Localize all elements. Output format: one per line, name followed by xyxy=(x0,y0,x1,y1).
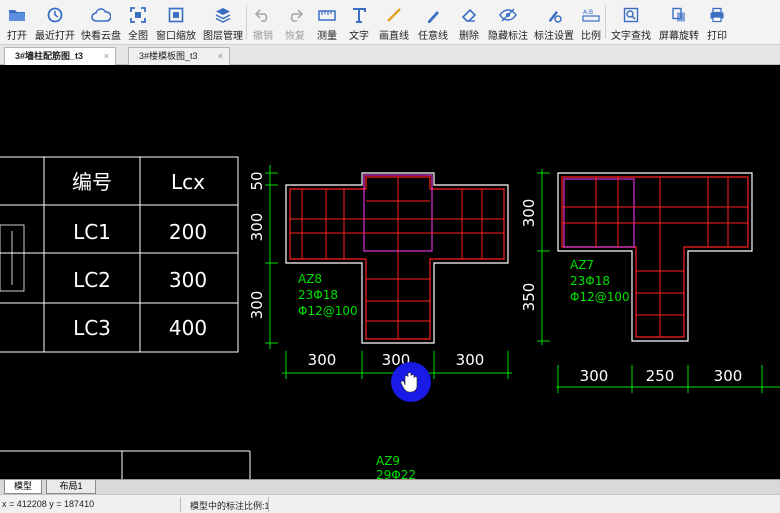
table-cell: 200 xyxy=(169,220,207,244)
main-rebar-spec: 29Φ22 xyxy=(376,468,416,479)
window-zoom-icon xyxy=(166,5,186,25)
table-cell: 400 xyxy=(169,316,207,340)
rotate-icon xyxy=(669,5,689,25)
freehand-line-button[interactable]: 任意线 xyxy=(413,0,453,44)
delete-button[interactable]: 删除 xyxy=(453,0,485,44)
dim-text: 300 xyxy=(580,367,609,385)
eye-slash-icon xyxy=(498,5,518,25)
az8-label: AZ8 23Φ18 Φ12@100 xyxy=(298,272,358,318)
undo-button[interactable]: 撤销 xyxy=(247,0,279,44)
open-button[interactable]: 打开 xyxy=(2,0,32,44)
svg-text:A:B: A:B xyxy=(583,9,593,16)
folder-open-icon xyxy=(7,5,27,25)
column-name: AZ8 xyxy=(298,272,322,286)
tab-label: 3#楼模板图_t3 xyxy=(139,51,198,61)
print-icon xyxy=(707,5,727,25)
cloud-drive-button[interactable]: 快看云盘 xyxy=(78,0,124,44)
dim-text: 300 xyxy=(520,199,538,228)
redo-icon xyxy=(285,5,305,25)
drawing-canvas[interactable]: 编号 Lcx LC1 200 LC2 300 LC3 400 AZ8 23Φ18… xyxy=(0,65,780,479)
text-search-icon xyxy=(621,5,641,25)
main-rebar-spec: 23Φ18 xyxy=(570,274,610,288)
table-header-lcx: Lcx xyxy=(171,170,205,194)
line-icon xyxy=(384,5,404,25)
tab-wall-column-rebar[interactable]: 3#墙柱配筋图_t3 × xyxy=(4,47,116,65)
clock-icon xyxy=(45,5,65,25)
dim-text: 300 xyxy=(456,351,485,369)
table-header-id: 编号 xyxy=(72,170,112,194)
column-name: AZ7 xyxy=(570,258,594,272)
column-name: AZ9 xyxy=(376,454,400,468)
document-tab-bar: 3#墙柱配筋图_t3 × 3#楼模板图_t3 × xyxy=(0,45,780,65)
cursor-highlight xyxy=(391,362,431,402)
fit-view-icon xyxy=(128,5,148,25)
cursor-coordinates: x = 412208 y = 187410 xyxy=(2,499,95,509)
undo-icon xyxy=(253,5,273,25)
dim-text: 300 xyxy=(248,291,266,320)
status-divider xyxy=(268,497,269,512)
freehand-icon xyxy=(423,5,443,25)
recent-open-button[interactable]: 最近打开 xyxy=(32,0,78,44)
screen-rotate-button[interactable]: 屏幕旋转 xyxy=(656,0,702,44)
text-icon xyxy=(349,5,369,25)
cloud-icon xyxy=(91,5,111,25)
az9-label: AZ9 29Φ22 xyxy=(376,454,416,479)
text-search-button[interactable]: 文字查找 xyxy=(606,0,656,44)
tab-label: 3#墙柱配筋图_t3 xyxy=(15,51,84,61)
column-az7[interactable] xyxy=(557,172,753,342)
tab-close-icon[interactable]: × xyxy=(218,48,223,64)
status-divider xyxy=(180,497,181,512)
cad-viewer-window: 打开 最近打开 快看云盘 全图 窗口缩放 图层管理 撤销 恢复 测量 文字 画直… xyxy=(0,0,780,513)
layout-tab-bar: 模型 布局1 xyxy=(0,479,780,494)
az7-label: AZ7 23Φ18 Φ12@100 xyxy=(570,258,630,304)
dim-text: 300 xyxy=(714,367,743,385)
annotation-settings-button[interactable]: 标注设置 xyxy=(531,0,577,44)
eraser-icon xyxy=(459,5,479,25)
annotation-scale: 模型中的标注比例:1 xyxy=(190,501,270,511)
tab-layout1[interactable]: 布局1 xyxy=(46,480,96,494)
fit-view-button[interactable]: 全图 xyxy=(124,0,152,44)
table-cell: LC1 xyxy=(73,220,111,244)
main-rebar-spec: 23Φ18 xyxy=(298,288,338,302)
main-toolbar: 打开 最近打开 快看云盘 全图 窗口缩放 图层管理 撤销 恢复 测量 文字 画直… xyxy=(0,0,780,45)
status-bar: x = 412208 y = 187410 模型中的标注比例:1 xyxy=(0,494,780,513)
redo-button[interactable]: 恢复 xyxy=(279,0,311,44)
dim-text: 50 xyxy=(248,171,266,190)
table-cell: 300 xyxy=(169,268,207,292)
print-button[interactable]: 打印 xyxy=(702,0,732,44)
layer-manager-button[interactable]: 图层管理 xyxy=(200,0,246,44)
dim-text: 300 xyxy=(248,213,266,242)
draw-line-button[interactable]: 画直线 xyxy=(375,0,413,44)
dim-text: 300 xyxy=(308,351,337,369)
measure-button[interactable]: 测量 xyxy=(311,0,343,44)
tab-model[interactable]: 模型 xyxy=(4,480,42,494)
stirrup-spec: Φ12@100 xyxy=(570,290,630,304)
tab-formwork-plan[interactable]: 3#楼模板图_t3 × xyxy=(128,47,230,65)
stirrup-spec: Φ12@100 xyxy=(298,304,358,318)
table-cell: LC3 xyxy=(73,316,111,340)
az7-dimension-text: 300 350 300 250 300 xyxy=(520,199,742,385)
scale-icon: A:B xyxy=(581,5,601,25)
window-zoom-button[interactable]: 窗口缩放 xyxy=(152,0,200,44)
text-tool-button[interactable]: 文字 xyxy=(343,0,375,44)
annotation-settings-icon xyxy=(544,5,564,25)
dim-text: 350 xyxy=(520,283,538,312)
scale-button[interactable]: A:B 比例 xyxy=(577,0,605,44)
partial-table-bottom xyxy=(0,450,251,479)
layers-icon xyxy=(213,5,233,25)
measure-icon xyxy=(317,5,337,25)
hide-annotation-button[interactable]: 隐藏标注 xyxy=(485,0,531,44)
tab-close-icon[interactable]: × xyxy=(104,48,109,64)
table-cell: LC2 xyxy=(73,268,111,292)
dim-text: 250 xyxy=(646,367,675,385)
